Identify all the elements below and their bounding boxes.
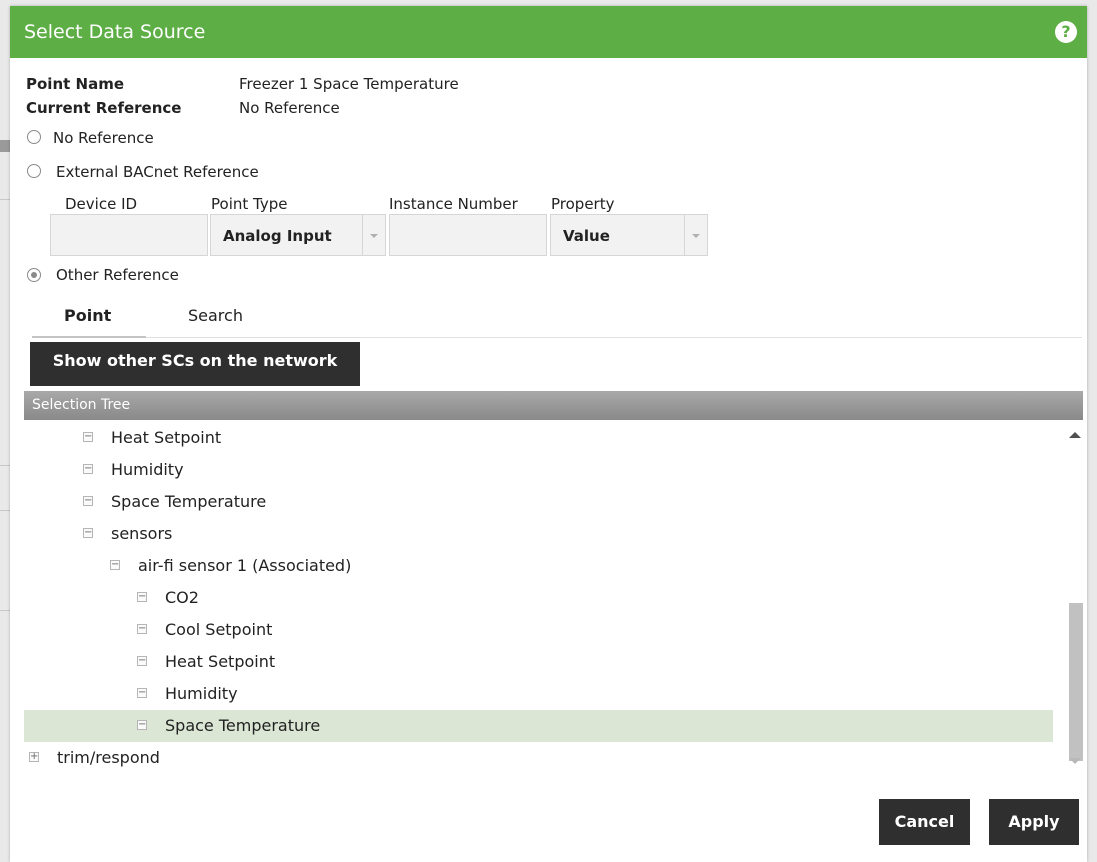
- tree-node[interactable]: − air-fi sensor 1 (Associated): [24, 550, 1053, 582]
- tree-node[interactable]: − Humidity: [24, 454, 1053, 486]
- collapse-icon[interactable]: −: [83, 432, 93, 442]
- point-type-select[interactable]: Analog Input: [210, 214, 386, 256]
- tree-node-label[interactable]: CO2: [165, 588, 199, 607]
- scroll-up-arrow-icon[interactable]: [1069, 432, 1081, 438]
- background-app-divider: [0, 465, 10, 466]
- tree-node-label[interactable]: Heat Setpoint: [165, 652, 275, 671]
- collapse-icon[interactable]: −: [137, 624, 147, 634]
- tree-scrollbar[interactable]: [1067, 420, 1083, 776]
- collapse-icon[interactable]: −: [83, 528, 93, 538]
- tree-node-label[interactable]: sensors: [111, 524, 172, 543]
- no-reference-label[interactable]: No Reference: [53, 129, 154, 147]
- property-select[interactable]: Value: [550, 214, 708, 256]
- expand-icon[interactable]: +: [29, 752, 39, 762]
- point-name-value: Freezer 1 Space Temperature: [239, 75, 459, 93]
- select-data-source-dialog: Select Data Source ? Point Name Freezer …: [10, 6, 1087, 862]
- point-type-selected-value: Analog Input: [223, 227, 332, 245]
- tree-node[interactable]: − Space Temperature: [24, 486, 1053, 518]
- collapse-icon[interactable]: −: [83, 464, 93, 474]
- chevron-down-icon[interactable]: [684, 215, 707, 255]
- other-reference-radio[interactable]: [27, 268, 41, 282]
- selection-tree-header: Selection Tree: [24, 391, 1083, 420]
- question-circle-icon[interactable]: ?: [1055, 21, 1077, 43]
- property-selected-value: Value: [563, 227, 610, 245]
- current-reference-value: No Reference: [239, 99, 340, 117]
- tree-node[interactable]: − Heat Setpoint: [24, 422, 1053, 454]
- tree-node-label[interactable]: Humidity: [111, 460, 184, 479]
- scrollbar-thumb[interactable]: [1069, 603, 1083, 761]
- selection-tree: − Heat Setpoint − Humidity − Space Tempe…: [24, 420, 1083, 776]
- tab-divider: [146, 337, 1082, 338]
- device-id-input[interactable]: [50, 214, 208, 256]
- instance-number-label: Instance Number: [389, 195, 518, 213]
- tree-node[interactable]: − sensors: [24, 518, 1053, 550]
- collapse-icon[interactable]: −: [137, 720, 147, 730]
- point-name-label: Point Name: [26, 75, 124, 93]
- property-label: Property: [551, 195, 615, 213]
- background-app-divider: [0, 610, 10, 611]
- external-bacnet-reference-label[interactable]: External BACnet Reference: [56, 163, 259, 181]
- device-id-label: Device ID: [65, 195, 138, 213]
- tree-node[interactable]: − CO2: [24, 582, 1053, 614]
- tree-node[interactable]: − Cool Setpoint: [24, 614, 1053, 646]
- no-reference-radio[interactable]: [27, 130, 41, 144]
- current-reference-label: Current Reference: [26, 99, 182, 117]
- collapse-icon[interactable]: −: [137, 592, 147, 602]
- scroll-down-arrow-icon[interactable]: [1069, 758, 1081, 764]
- background-app-divider: [0, 510, 10, 511]
- tree-node-label[interactable]: Space Temperature: [111, 492, 266, 511]
- tree-node-label[interactable]: trim/respond: [57, 748, 160, 767]
- tree-node[interactable]: − Humidity: [24, 678, 1053, 710]
- collapse-icon[interactable]: −: [137, 688, 147, 698]
- point-type-label: Point Type: [211, 195, 288, 213]
- tree-node-label[interactable]: Space Temperature: [165, 716, 320, 735]
- other-reference-label[interactable]: Other Reference: [56, 266, 179, 284]
- tree-node[interactable]: − Heat Setpoint: [24, 646, 1053, 678]
- tree-node-label[interactable]: air-fi sensor 1 (Associated): [138, 556, 351, 575]
- tree-node-selected[interactable]: − Space Temperature: [24, 710, 1053, 742]
- apply-button[interactable]: Apply: [989, 799, 1079, 845]
- tree-node-label[interactable]: Heat Setpoint: [111, 428, 221, 447]
- collapse-icon[interactable]: −: [110, 560, 120, 570]
- tree-node-label[interactable]: Cool Setpoint: [165, 620, 272, 639]
- cancel-button[interactable]: Cancel: [879, 799, 970, 845]
- chevron-down-icon[interactable]: [362, 215, 385, 255]
- instance-number-input[interactable]: [389, 214, 547, 256]
- background-app-divider: [0, 199, 10, 200]
- tree-node-label[interactable]: Humidity: [165, 684, 238, 703]
- background-app-fragment: [0, 140, 10, 152]
- external-bacnet-reference-radio[interactable]: [27, 164, 41, 178]
- tree-node[interactable]: + trim/respond: [24, 742, 1053, 774]
- tab-search[interactable]: Search: [188, 306, 243, 325]
- tab-point[interactable]: Point: [64, 306, 111, 325]
- collapse-icon[interactable]: −: [137, 656, 147, 666]
- show-other-scs-button[interactable]: Show other SCs on the network: [30, 342, 360, 386]
- dialog-title: Select Data Source: [24, 21, 206, 43]
- active-tab-indicator: [32, 336, 146, 338]
- collapse-icon[interactable]: −: [83, 496, 93, 506]
- dialog-titlebar: Select Data Source ?: [10, 6, 1087, 58]
